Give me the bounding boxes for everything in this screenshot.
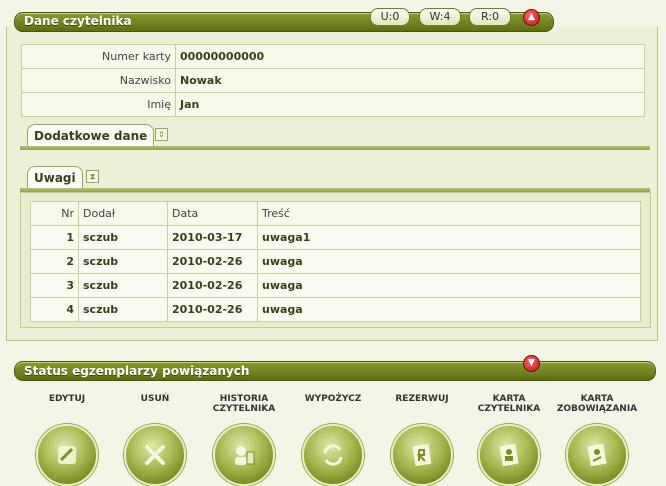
lend-icon — [302, 424, 364, 486]
edit-icon — [36, 424, 98, 486]
chevron-down-icon: ▼ — [528, 358, 535, 368]
card-number-value: 00000000000 — [175, 44, 645, 69]
column-content: Treść — [257, 201, 641, 226]
obligation-card-label: KARTA ZOBOWIĄZANIA — [556, 394, 638, 414]
delete-icon — [124, 424, 186, 486]
table-row: Nazwisko Nowak — [21, 68, 645, 93]
expand-icon[interactable]: ⇕ — [155, 128, 168, 141]
reader-history-button[interactable]: HISTORIA CZYTELNIKA — [204, 394, 284, 486]
reserve-icon — [391, 424, 453, 486]
lend-label: WYPOŻYCZ — [304, 394, 362, 404]
notes-table: Nr Dodał Data Treść 1 sczub 2010-03-17 u… — [30, 201, 641, 322]
obligation-card-button[interactable]: KARTA ZOBOWIĄZANIA — [557, 394, 637, 486]
status-section-title: Status egzemplarzy powiązanych — [24, 364, 250, 378]
cell-added-by: sczub — [78, 297, 168, 322]
cell-content: uwaga — [257, 297, 641, 322]
cell-date: 2010-02-26 — [167, 249, 258, 274]
chevron-up-icon: ▲ — [528, 12, 535, 22]
table-row: Numer karty 00000000000 — [21, 44, 645, 69]
cell-date: 2010-02-26 — [167, 273, 258, 298]
collapse-button[interactable]: ▲ — [523, 9, 540, 26]
first-name-label: Imię — [21, 92, 176, 117]
table-row[interactable]: 2 sczub 2010-02-26 uwaga — [30, 249, 641, 274]
table-row[interactable]: 4 sczub 2010-02-26 uwaga — [30, 297, 641, 322]
cell-nr: 2 — [30, 249, 79, 274]
first-name-value: Jan — [175, 92, 645, 117]
table-row[interactable]: 3 sczub 2010-02-26 uwaga — [30, 273, 641, 298]
column-added-by: Dodał — [78, 201, 168, 226]
table-row[interactable]: 1 sczub 2010-03-17 uwaga1 — [30, 225, 641, 250]
card-number-label: Numer karty — [21, 44, 176, 69]
surname-label: Nazwisko — [21, 68, 176, 93]
column-date: Data — [167, 201, 258, 226]
column-nr: Nr — [30, 201, 79, 226]
table-header-row: Nr Dodał Data Treść — [30, 201, 641, 226]
obligation-card-icon — [566, 424, 628, 486]
divider — [20, 146, 650, 150]
counter-u[interactable]: U:0 — [370, 8, 410, 26]
cell-added-by: sczub — [78, 249, 168, 274]
cell-date: 2010-03-17 — [167, 225, 258, 250]
reader-card-icon — [478, 424, 540, 486]
reader-card-label: KARTA CZYTELNIKA — [477, 394, 541, 414]
cell-added-by: sczub — [78, 273, 168, 298]
surname-value: Nowak — [175, 68, 645, 93]
cell-content: uwaga — [257, 273, 641, 298]
cell-content: uwaga — [257, 249, 641, 274]
reserve-label: REZERWUJ — [395, 394, 449, 404]
edit-label: EDYTUJ — [48, 394, 86, 404]
edit-button[interactable]: EDYTUJ — [27, 394, 107, 486]
table-row: Imię Jan — [21, 92, 645, 117]
history-icon — [213, 424, 275, 486]
tab-extra-data[interactable]: Dodatkowe dane — [27, 124, 155, 147]
cell-date: 2010-02-26 — [167, 297, 258, 322]
delete-button[interactable]: USUŃ — [115, 394, 195, 486]
cell-nr: 3 — [30, 273, 79, 298]
tab-notes[interactable]: Uwagi — [27, 166, 83, 189]
reader-info-table: Numer karty 00000000000 Nazwisko Nowak I… — [21, 44, 645, 117]
cell-content: uwaga1 — [257, 225, 641, 250]
reader-section-title: Dane czytelnika — [24, 14, 132, 28]
cell-nr: 4 — [30, 297, 79, 322]
counter-w[interactable]: W:4 — [419, 8, 461, 26]
counter-r[interactable]: R:0 — [469, 8, 511, 26]
cell-nr: 1 — [30, 225, 79, 250]
reader-history-label: HISTORIA CZYTELNIKA — [212, 394, 276, 414]
lend-button[interactable]: WYPOŻYCZ — [293, 394, 373, 486]
cell-added-by: sczub — [78, 225, 168, 250]
reserve-button[interactable]: REZERWUJ — [382, 394, 462, 486]
delete-label: USUŃ — [140, 394, 170, 404]
expand-button[interactable]: ▼ — [523, 355, 540, 372]
collapse-icon[interactable]: ⧗ — [86, 170, 99, 183]
reader-card-button[interactable]: KARTA CZYTELNIKA — [469, 394, 549, 486]
